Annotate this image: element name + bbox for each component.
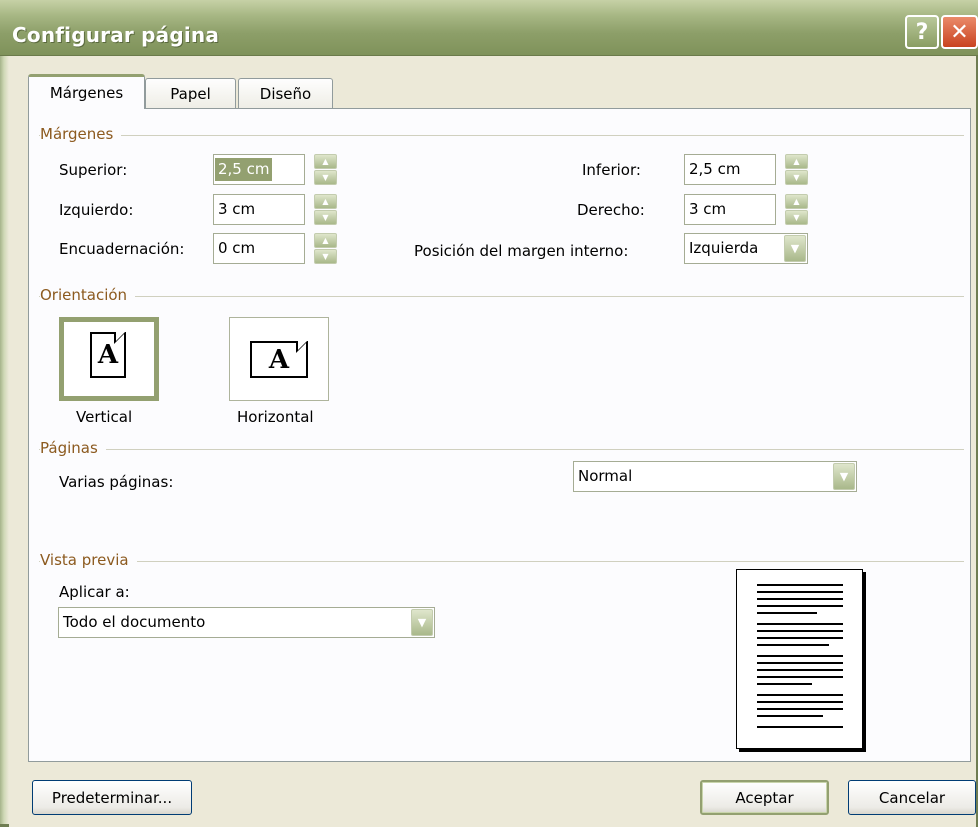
spin-down-icon[interactable]: ▼ (314, 170, 337, 185)
spin-up-icon[interactable]: ▲ (314, 233, 337, 248)
cancel-label: Cancelar (878, 788, 946, 807)
gutter-stepper[interactable]: ▲ ▼ (314, 233, 337, 264)
chevron-down-icon[interactable]: ▼ (411, 609, 433, 636)
group-divider (39, 296, 964, 297)
chevron-down-icon[interactable]: ▼ (833, 463, 855, 490)
spin-up-icon[interactable]: ▲ (785, 194, 808, 209)
page-icon-letter: A (97, 340, 119, 370)
close-icon: ✕ (950, 19, 969, 45)
apply-to-label: Aplicar a: (59, 583, 130, 601)
gutter-spinner[interactable]: 0 cm ▲ ▼ (213, 233, 337, 264)
margins-section-label: Márgenes (40, 125, 122, 143)
multiple-pages-select[interactable]: Normal ▼ (573, 461, 857, 492)
right-margin-stepper[interactable]: ▲ ▼ (785, 194, 808, 225)
page-preview (736, 569, 863, 749)
landscape-button[interactable]: A (229, 317, 329, 401)
set-default-button[interactable]: Predeterminar... (32, 780, 192, 815)
ok-label: Aceptar (735, 788, 794, 807)
gutter-position-select[interactable]: Izquierda ▼ (684, 233, 808, 264)
tab-label: Márgenes (49, 84, 124, 102)
multiple-pages-label: Varias páginas: (59, 473, 174, 491)
set-default-label: Predeterminar... (51, 788, 173, 807)
group-divider (39, 135, 964, 136)
tab-papel[interactable]: Papel (145, 78, 236, 109)
bottom-margin-value: 2,5 cm (689, 160, 741, 178)
spin-down-icon[interactable]: ▼ (314, 210, 337, 225)
help-button[interactable]: ? (905, 15, 939, 49)
dialog-frame: Configurar página ? ✕ Márgenes Papel Dis… (0, 0, 978, 827)
spin-down-icon[interactable]: ▼ (314, 249, 337, 264)
bottom-margin-label: Inferior: (582, 161, 641, 179)
spin-up-icon[interactable]: ▲ (314, 194, 337, 209)
dialog-body: Márgenes Papel Diseño Márgenes Superior:… (9, 56, 976, 827)
spin-down-icon[interactable]: ▼ (785, 210, 808, 225)
ok-button[interactable]: Aceptar (700, 780, 829, 815)
bottom-margin-spinner[interactable]: 2,5 cm ▲ ▼ (684, 154, 808, 185)
left-margin-label: Izquierdo: (59, 201, 134, 219)
top-margin-label: Superior: (59, 161, 128, 179)
portrait-label: Vertical (76, 408, 133, 426)
spin-up-icon[interactable]: ▲ (314, 154, 337, 169)
apply-to-value: Todo el documento (63, 613, 206, 631)
bottom-margin-stepper[interactable]: ▲ ▼ (785, 154, 808, 185)
gutter-position-value: Izquierda (689, 239, 759, 257)
left-margin-value: 3 cm (218, 200, 256, 218)
portrait-page-icon: A (90, 332, 126, 378)
left-margin-spinner[interactable]: 3 cm ▲ ▼ (213, 194, 337, 225)
preview-section-label: Vista previa (40, 551, 137, 569)
multiple-pages-value: Normal (578, 467, 633, 485)
spin-up-icon[interactable]: ▲ (785, 154, 808, 169)
tab-panel-margenes: Márgenes Superior: 2,5 cm ▲ ▼ Inferior: … (28, 108, 971, 762)
title-bar[interactable]: Configurar página ? ✕ (0, 0, 978, 56)
tab-diseno[interactable]: Diseño (238, 78, 333, 109)
apply-to-select[interactable]: Todo el documento ▼ (58, 607, 435, 638)
landscape-page-icon: A (250, 341, 308, 378)
group-divider (39, 449, 964, 450)
orientation-section-label: Orientación (40, 286, 136, 304)
top-margin-stepper[interactable]: ▲ ▼ (314, 154, 337, 185)
tab-margenes[interactable]: Márgenes (28, 74, 145, 109)
right-margin-spinner[interactable]: 3 cm ▲ ▼ (684, 194, 808, 225)
pages-section-label: Páginas (40, 439, 106, 457)
portrait-button[interactable]: A (59, 317, 159, 401)
tab-label: Papel (170, 85, 211, 103)
top-margin-spinner[interactable]: 2,5 cm ▲ ▼ (213, 154, 337, 185)
gutter-position-label: Posición del margen interno: (414, 242, 629, 260)
window-title: Configurar página (12, 23, 220, 47)
cancel-button[interactable]: Cancelar (848, 780, 976, 815)
spin-down-icon[interactable]: ▼ (785, 170, 808, 185)
tab-label: Diseño (259, 85, 312, 103)
help-icon: ? (915, 19, 929, 45)
close-button[interactable]: ✕ (941, 15, 978, 49)
right-margin-value: 3 cm (689, 200, 727, 218)
page-icon-letter: A (268, 344, 290, 375)
top-margin-value: 2,5 cm (215, 158, 273, 181)
right-margin-label: Derecho: (577, 201, 645, 219)
group-divider (39, 561, 964, 562)
chevron-down-icon[interactable]: ▼ (784, 235, 806, 262)
landscape-label: Horizontal (237, 408, 314, 426)
left-margin-stepper[interactable]: ▲ ▼ (314, 194, 337, 225)
gutter-label: Encuadernación: (59, 240, 185, 258)
gutter-value: 0 cm (218, 239, 256, 257)
